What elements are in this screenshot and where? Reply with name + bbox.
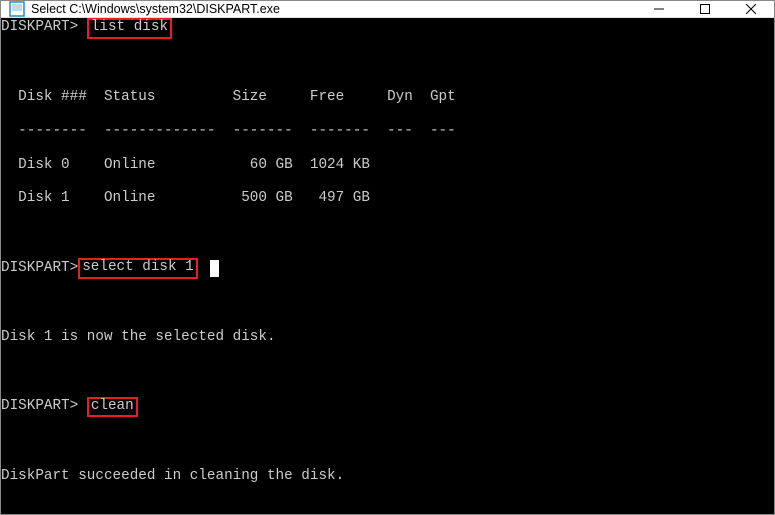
- cmd-select-disk: select disk 1: [78, 258, 198, 279]
- disk-row-1: Disk 1 Online 500 GB 497 GB: [1, 190, 774, 207]
- msg-selected: Disk 1 is now the selected disk.: [1, 329, 774, 346]
- disk-row-0: Disk 0 Online 60 GB 1024 KB: [1, 157, 774, 174]
- app-icon: [9, 1, 25, 17]
- window-controls: [636, 1, 774, 17]
- disk-table-header: Disk ### Status Size Free Dyn Gpt: [1, 89, 774, 106]
- close-button[interactable]: [728, 1, 774, 17]
- cmd-clean: clean: [87, 397, 138, 418]
- disk-table-divider: -------- ------------- ------- ------- -…: [1, 123, 774, 140]
- cmd-list-disk: list disk: [87, 18, 172, 39]
- window-title: Select C:\Windows\system32\DISKPART.exe: [31, 2, 636, 16]
- prompt: DISKPART>: [1, 398, 78, 414]
- minimize-button[interactable]: [636, 1, 682, 17]
- titlebar[interactable]: Select C:\Windows\system32\DISKPART.exe: [1, 1, 774, 18]
- maximize-button[interactable]: [682, 1, 728, 17]
- prompt: DISKPART>: [1, 260, 78, 277]
- prompt: DISKPART>: [1, 19, 78, 35]
- diskpart-window: Select C:\Windows\system32\DISKPART.exe …: [0, 0, 775, 515]
- msg-clean-success: DiskPart succeeded in cleaning the disk.: [1, 468, 774, 485]
- cursor: [210, 260, 219, 277]
- terminal-area[interactable]: DISKPART> list disk Disk ### Status Size…: [1, 18, 774, 514]
